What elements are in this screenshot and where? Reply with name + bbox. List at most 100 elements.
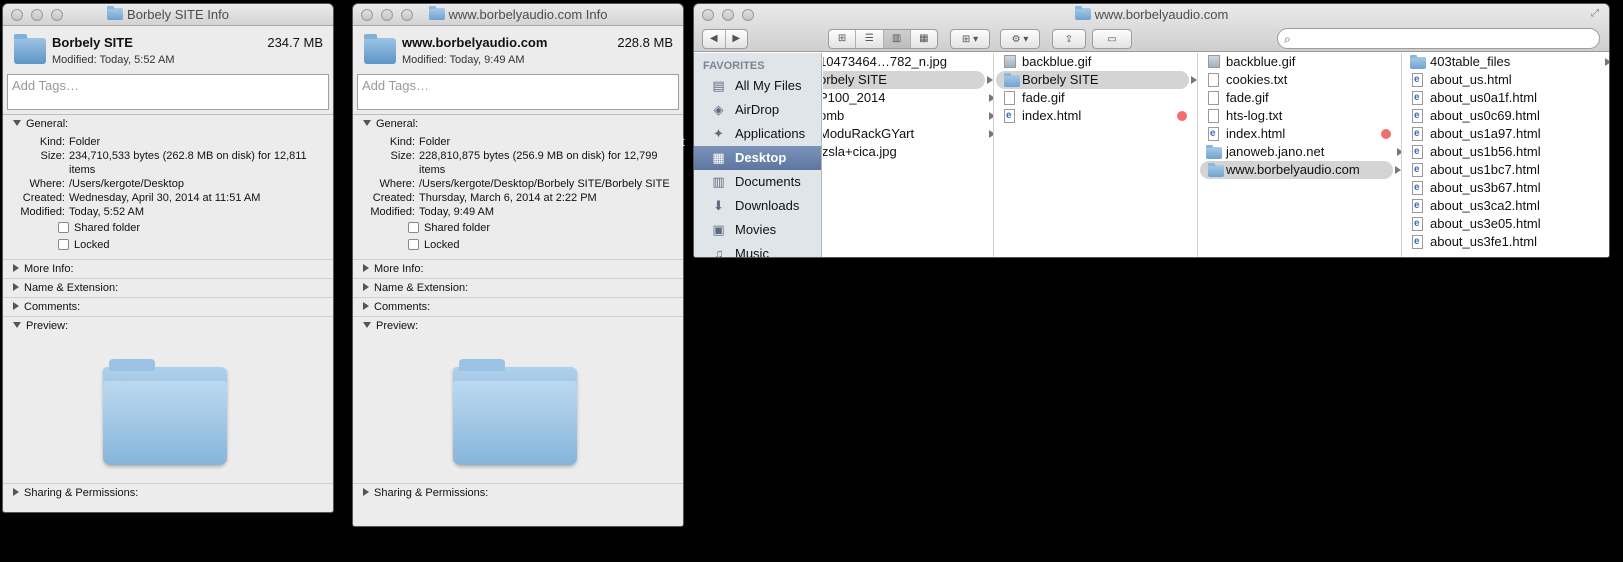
section-preview[interactable]: Preview: — [353, 316, 683, 335]
sidebar-item-applications[interactable]: ✦ Applications — [694, 122, 821, 146]
section-sharing-permissions[interactable]: Sharing & Permissions: — [3, 483, 333, 502]
titlebar[interactable]: Borbely SITE Info — [3, 4, 333, 26]
column-view-icon[interactable]: ▥ — [883, 30, 911, 48]
section-comments[interactable]: Comments: — [353, 297, 683, 316]
disclosure-down-icon — [363, 322, 371, 328]
list-item[interactable]: ModuRackGYart — [823, 125, 993, 143]
file-name: index.html — [1022, 108, 1082, 123]
forward-button[interactable]: ▶ — [726, 30, 748, 48]
list-item[interactable]: janoweb.jano.net — [1198, 143, 1401, 161]
chevron-right-icon — [1605, 58, 1609, 66]
list-item[interactable]: fade.gif — [1198, 89, 1401, 107]
section-more-info[interactable]: More Info: — [3, 259, 333, 278]
sidebar-item-airdrop[interactable]: ◈ AirDrop — [694, 98, 821, 122]
titlebar[interactable]: www.borbelyaudio.com Info — [353, 4, 683, 26]
list-item[interactable]: about_us3ca2.html — [1402, 197, 1609, 215]
action-button[interactable]: ⚙ ▾ — [1000, 29, 1040, 49]
sidebar-item-music[interactable]: ♫ Music — [694, 242, 821, 257]
section-name-extension[interactable]: Name & Extension: — [353, 278, 683, 297]
list-item[interactable]: about_us1a97.html — [1402, 125, 1609, 143]
finder-window: www.borbelyaudio.com ⤢ ◀ ▶ ⊞ ☰ ▥ ▦ ⊞ ▾ ⚙… — [694, 4, 1609, 257]
section-general[interactable]: General: — [353, 114, 683, 133]
item-size: 228.8 MB — [617, 35, 673, 50]
close-button[interactable] — [11, 9, 23, 21]
shared-folder-checkbox[interactable]: Shared folder — [3, 219, 333, 236]
zoom-button[interactable] — [51, 9, 63, 21]
minimize-button[interactable] — [31, 9, 43, 21]
chevron-right-icon — [1395, 166, 1401, 174]
list-view-icon[interactable]: ☰ — [856, 30, 884, 48]
checkbox[interactable] — [58, 239, 69, 250]
section-general[interactable]: General: — [3, 114, 333, 133]
list-item[interactable]: 10473464…782_n.jpg — [823, 53, 993, 71]
finder-toolbar[interactable]: www.borbelyaudio.com ⤢ ◀ ▶ ⊞ ☰ ▥ ▦ ⊞ ▾ ⚙… — [694, 4, 1609, 52]
list-item[interactable]: hts-log.txt — [1198, 107, 1401, 125]
locked-checkbox[interactable]: Locked — [3, 236, 333, 253]
list-item[interactable]: about_us3b67.html — [1402, 179, 1609, 197]
tags-field[interactable]: Add Tags… — [357, 74, 679, 110]
fullscreen-icon[interactable]: ⤢ — [1591, 8, 1603, 20]
edit-tags-button[interactable]: ▭ — [1092, 29, 1132, 49]
checkbox[interactable] — [58, 222, 69, 233]
tags-field[interactable]: Add Tags… — [7, 74, 329, 110]
list-item[interactable]: about_us.html — [1402, 71, 1609, 89]
list-item[interactable]: index.html — [994, 107, 1197, 125]
list-item[interactable]: izsla+cica.jpg — [823, 143, 993, 161]
sidebar-item-desktop[interactable]: ▦ Desktop — [694, 146, 821, 170]
list-item[interactable]: backblue.gif — [994, 53, 1197, 71]
locked-checkbox[interactable]: Locked — [353, 236, 683, 253]
coverflow-view-icon[interactable]: ▦ — [911, 30, 937, 48]
checkbox[interactable] — [408, 239, 419, 250]
section-sharing-permissions[interactable]: Sharing & Permissions: — [353, 483, 683, 502]
zoom-button[interactable] — [401, 9, 413, 21]
all-files-icon: ▤ — [712, 78, 725, 93]
list-item[interactable]: P100_2014 — [823, 89, 993, 107]
checkbox-label: Shared folder — [74, 221, 141, 234]
section-comments[interactable]: Comments: — [3, 297, 333, 316]
icon-view-icon[interactable]: ⊞ — [829, 30, 857, 48]
close-button[interactable] — [361, 9, 373, 21]
list-item[interactable]: fade.gif — [994, 89, 1197, 107]
list-item[interactable]: 403table_files — [1402, 53, 1609, 71]
list-item[interactable]: index.html — [1198, 125, 1401, 143]
sidebar-item-downloads[interactable]: ⬇ Downloads — [694, 194, 821, 218]
file-name: about_us0c69.html — [1430, 108, 1540, 123]
file-name: ModuRackGYart — [823, 126, 915, 141]
kind-value: Folder — [419, 136, 451, 148]
section-more-info[interactable]: More Info: — [353, 259, 683, 278]
shared-folder-checkbox[interactable]: Shared folder — [353, 219, 683, 236]
minimize-button[interactable] — [381, 9, 393, 21]
created-label: Created: — [22, 192, 65, 204]
checkbox[interactable] — [408, 222, 419, 233]
list-item[interactable]: cookies.txt — [1198, 71, 1401, 89]
sidebar-item-all-my-files[interactable]: ▤ All My Files — [694, 74, 821, 98]
file-name: orbely SITE — [823, 72, 887, 87]
list-item[interactable]: orbely SITE — [823, 71, 993, 89]
sidebar-item-documents[interactable]: ▥ Documents — [694, 170, 821, 194]
where-label: Where: — [29, 178, 65, 190]
info-window-borbelyaudio: www.borbelyaudio.com Info www.borbelyaud… — [353, 4, 683, 526]
image-file-icon — [1208, 55, 1220, 68]
folder-icon — [1074, 6, 1091, 20]
list-item[interactable]: about_us0a1f.html — [1402, 89, 1609, 107]
list-item[interactable]: Borbely SITE — [996, 71, 1197, 89]
arrange-button[interactable]: ⊞ ▾ — [950, 29, 990, 49]
back-button[interactable]: ◀ — [703, 30, 726, 48]
list-item[interactable]: about_us3e05.html — [1402, 215, 1609, 233]
list-item[interactable]: about_us0c69.html — [1402, 107, 1609, 125]
list-item[interactable]: www.borbelyaudio.com — [1200, 161, 1401, 179]
list-item[interactable]: about_us1b56.html — [1402, 143, 1609, 161]
list-item[interactable]: omb — [823, 107, 993, 125]
section-name-extension[interactable]: Name & Extension: — [3, 278, 333, 297]
section-preview[interactable]: Preview: — [3, 316, 333, 335]
list-item[interactable]: about_us1bc7.html — [1402, 161, 1609, 179]
chevron-right-icon — [1191, 76, 1197, 84]
disclosure-right-icon — [13, 264, 19, 272]
sidebar-item-movies[interactable]: ▣ Movies — [694, 218, 821, 242]
list-item[interactable]: backblue.gif — [1198, 53, 1401, 71]
sidebar: FAVORITES ▤ All My Files ◈ AirDrop ✦ Applic… — [694, 53, 822, 257]
file-name: Borbely SITE — [1022, 72, 1099, 87]
list-item[interactable]: about_us3fe1.html — [1402, 233, 1609, 251]
share-button[interactable]: ⇪ — [1052, 29, 1086, 49]
search-input[interactable]: ⌕ — [1277, 28, 1600, 49]
